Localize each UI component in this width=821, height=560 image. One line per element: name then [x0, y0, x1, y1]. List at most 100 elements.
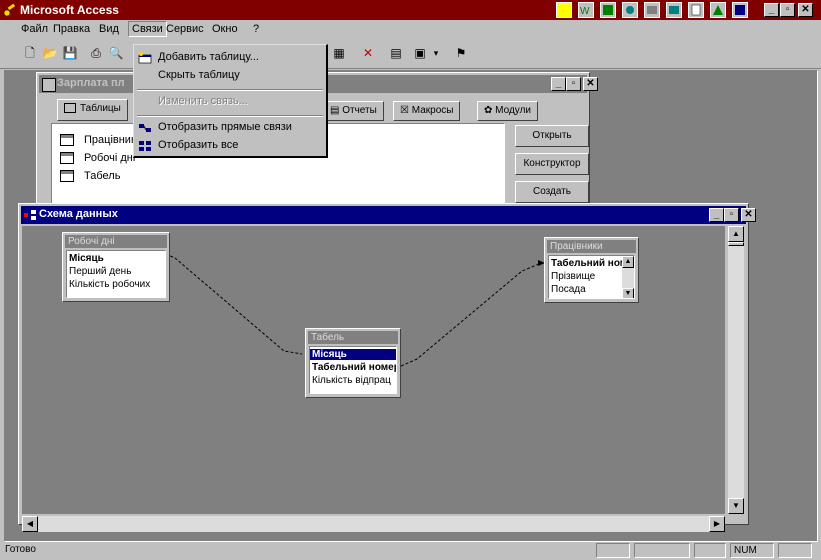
field-item[interactable]: Прізвище [551, 271, 595, 282]
minimize-icon[interactable]: _ [764, 3, 779, 17]
scroll-up-icon[interactable]: ▲ [728, 226, 744, 242]
taskbar-icon-5[interactable] [644, 2, 660, 18]
field-list[interactable]: Місяць Перший день Кількість робочих [66, 250, 166, 298]
table-name: Табель [84, 170, 121, 182]
taskbar-icon-2[interactable]: W [578, 2, 594, 18]
macros-tab-icon: ☒ [400, 105, 412, 116]
table-box-title[interactable]: Працівники [547, 240, 636, 253]
taskbar-icon-4[interactable] [622, 2, 638, 18]
status-cell [596, 543, 630, 558]
scroll-left-icon[interactable]: ◀ [22, 516, 38, 532]
office-assistant-icon[interactable]: ⚑ [453, 45, 469, 61]
schema-minimize-icon[interactable]: _ [709, 208, 724, 222]
db-close-icon[interactable]: ✕ [583, 77, 598, 91]
menu-separator [137, 115, 323, 117]
new-object-icon[interactable]: ▣ [412, 45, 428, 61]
dropdown-arrow-icon[interactable]: ▾ [428, 45, 444, 61]
open-folder-icon[interactable]: 📂 [42, 45, 58, 61]
menu-add-table[interactable]: Добавить таблицу... [158, 51, 259, 63]
field-item[interactable]: Перший день [69, 266, 131, 277]
relationship-line-1 [160, 251, 303, 355]
scroll-down-icon[interactable]: ▼ [622, 288, 634, 298]
design-button[interactable]: Конструктор [515, 153, 589, 175]
taskbar-icon-9[interactable] [732, 2, 748, 18]
scroll-right-icon[interactable]: ▶ [709, 516, 725, 532]
tab-modules[interactable]: ✿ Модули [477, 101, 538, 121]
show-table-icon[interactable]: ▦ [331, 45, 347, 61]
field-item-selected[interactable]: Місяць [310, 349, 396, 360]
list-item[interactable]: Табель [60, 170, 121, 183]
toolbar: 🗋 📂 💾 ⎙ 🔍 ▦ ✕ ▤ ▣ ▾ ⚑ [0, 40, 821, 69]
scroll-up-icon[interactable]: ▲ [622, 256, 634, 268]
tables-tab-icon [64, 103, 76, 114]
db-maximize-icon[interactable]: ▫ [566, 77, 581, 91]
table-box-employees[interactable]: Працівники Табельний номер Прізвище Поса… [544, 237, 639, 303]
field-item[interactable]: Місяць [69, 253, 104, 264]
taskbar-icon-1[interactable] [556, 2, 572, 18]
schema-close-icon[interactable]: ✕ [741, 208, 756, 222]
app-title-bar[interactable]: Microsoft Access W _ ▫ ✕ [0, 0, 821, 20]
taskbar-icon-6[interactable] [666, 2, 682, 18]
table-box-timesheet[interactable]: Табель Місяць Табельний номер Кількість … [305, 328, 401, 398]
table-box-title[interactable]: Робочі дні [65, 235, 167, 248]
status-cell [694, 543, 726, 558]
maximize-icon[interactable]: ▫ [780, 3, 795, 17]
menu-edit[interactable]: Правка [53, 23, 90, 35]
print-icon[interactable]: ⎙ [88, 45, 104, 61]
tab-reports-label: Отчеты [342, 105, 377, 116]
menu-hide-table[interactable]: Скрыть таблицу [158, 69, 240, 81]
relationships-canvas[interactable]: Робочі дні Місяць Перший день Кількість … [22, 226, 725, 514]
tab-macros-label: Макросы [411, 105, 454, 116]
taskbar-icon-7[interactable] [688, 2, 704, 18]
list-item[interactable]: Робочі дні [60, 152, 135, 165]
new-file-icon[interactable]: 🗋 [22, 45, 38, 61]
scroll-thumb[interactable] [728, 242, 744, 246]
field-item[interactable]: Кількість відпрац [312, 375, 391, 386]
horizontal-scrollbar[interactable]: ◀ ▶ [22, 516, 725, 532]
vertical-scrollbar[interactable]: ▲ ▼ [728, 226, 744, 514]
menu-service[interactable]: Сервис [166, 23, 204, 35]
menu-window[interactable]: Окно [212, 23, 238, 35]
taskbar-icon-8[interactable] [710, 2, 726, 18]
field-item[interactable]: Посада [551, 284, 586, 295]
relationships-window[interactable]: Схема данных _ ▫ ✕ Робочі дні Місяць Пер… [18, 203, 756, 532]
tab-reports[interactable]: ▤ Отчеты [323, 101, 384, 121]
taskbar-icon-3[interactable] [600, 2, 616, 18]
relations-menu-dropdown: Добавить таблицу... Скрыть таблицу Измен… [133, 44, 328, 158]
reports-tab-icon: ▤ [330, 105, 343, 116]
menu-separator [137, 89, 323, 91]
create-button[interactable]: Создать [515, 181, 589, 203]
menu-relations[interactable]: Связи [128, 21, 167, 37]
field-list[interactable]: Табельний номер Прізвище Посада ▲ ▼ [548, 255, 635, 299]
properties-icon[interactable]: ▤ [388, 45, 404, 61]
table-box-title[interactable]: Табель [308, 331, 398, 344]
show-all-icon [138, 140, 152, 152]
menu-show-all[interactable]: Отобразить все [158, 139, 238, 151]
schema-maximize-icon[interactable]: ▫ [724, 208, 739, 222]
preview-icon[interactable]: 🔍 [108, 45, 124, 61]
menu-file[interactable]: Файл [21, 23, 48, 35]
scroll-down-icon[interactable]: ▼ [728, 498, 744, 514]
save-icon[interactable]: 💾 [62, 45, 78, 61]
database-window-title: Зарплата пл [57, 77, 125, 89]
tab-macros[interactable]: ☒ Макросы [393, 101, 461, 121]
delete-icon[interactable]: ✕ [360, 45, 376, 61]
menu-show-direct[interactable]: Отобразить прямые связи [158, 121, 292, 133]
menu-view[interactable]: Вид [99, 23, 119, 35]
list-item[interactable]: Працівники [60, 134, 142, 147]
tab-tables[interactable]: Таблицы [57, 99, 128, 121]
status-cell [634, 543, 690, 558]
db-minimize-icon[interactable]: _ [551, 77, 566, 91]
field-list[interactable]: Місяць Табельний номер Кількість відпрац [309, 346, 397, 394]
open-button[interactable]: Открыть [515, 125, 589, 147]
table-box-work-days[interactable]: Робочі дні Місяць Перший день Кількість … [62, 232, 170, 302]
svg-text:W: W [580, 6, 590, 17]
field-list-scrollbar[interactable]: ▲ ▼ [622, 256, 634, 298]
menu-help[interactable]: ? [253, 23, 259, 35]
table-icon [60, 134, 74, 147]
field-item[interactable]: Табельний номер [312, 362, 396, 373]
close-icon[interactable]: ✕ [798, 3, 813, 17]
relationships-title-bar[interactable]: Схема данных _ ▫ ✕ [21, 206, 756, 224]
app-title: Microsoft Access [20, 3, 119, 17]
field-item[interactable]: Кількість робочих [69, 279, 150, 290]
